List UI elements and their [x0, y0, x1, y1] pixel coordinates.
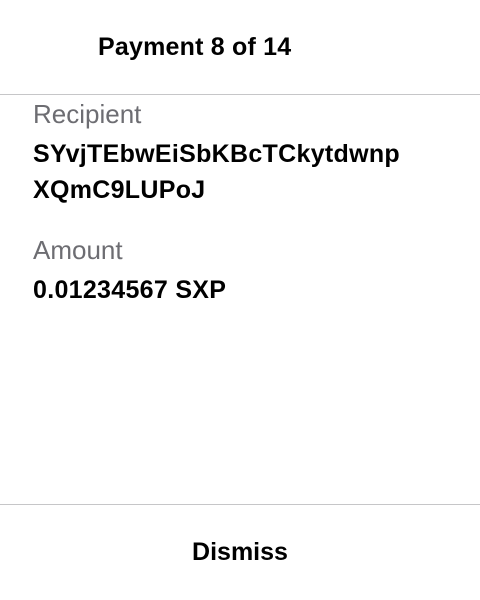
- recipient-address-line2: XQmC9LUPoJ: [33, 176, 206, 204]
- amount-label: Amount: [33, 235, 123, 265]
- dismiss-button[interactable]: Dismiss: [0, 505, 480, 600]
- recipient-label: Recipient: [33, 99, 142, 129]
- amount-value: 0.01234567 SXP: [33, 276, 227, 304]
- recipient-address-line1: SYvjTEbwEiSbKBcTCkytdwnp: [33, 140, 400, 168]
- payment-header: Payment 8 of 14: [0, 0, 480, 95]
- page-title: Payment 8 of 14: [98, 33, 292, 61]
- dialog-footer: Dismiss: [0, 504, 480, 600]
